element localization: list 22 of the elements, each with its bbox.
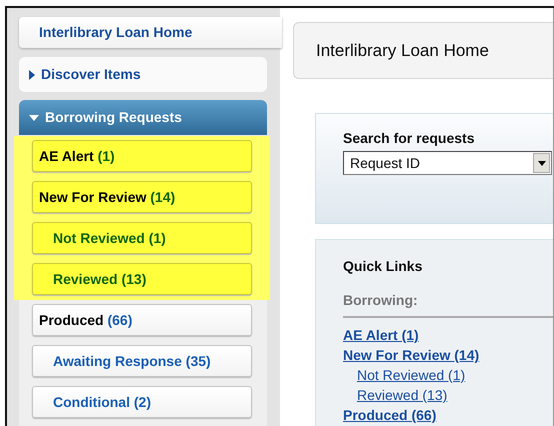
nav-item[interactable]: AE Alert (1) [32, 140, 252, 172]
section-header[interactable]: Discover Items [19, 57, 267, 92]
home-link[interactable]: Interlibrary Loan Home [19, 17, 282, 48]
quick-link[interactable]: AE Alert (1) [343, 325, 419, 345]
nav-item[interactable]: Produced (66) [32, 304, 252, 336]
quick-link[interactable]: Produced (66) [343, 405, 436, 425]
section-header[interactable]: Borrowing Requests [19, 100, 267, 135]
search-heading: Search for requests [343, 130, 476, 146]
request-type-dropdown[interactable]: Request ID [343, 151, 552, 175]
nav-item[interactable]: Awaiting Response (35) [32, 345, 252, 377]
nav-item[interactable]: Not Reviewed (1) [32, 222, 252, 254]
quick-links-heading: Quick Links [343, 258, 424, 274]
quick-link[interactable]: New For Review (14) [343, 345, 480, 365]
caret-down-icon [29, 114, 39, 120]
caret-right-icon [29, 70, 35, 80]
nav-item[interactable]: New For Review (14) [32, 181, 252, 213]
nav-item[interactable]: Reviewed (13) [32, 263, 252, 295]
page-title: Interlibrary Loan Home [316, 40, 489, 60]
quick-link[interactable]: Reviewed (13) [357, 385, 448, 405]
group-label: Borrowing: [343, 292, 419, 308]
nav-item[interactable]: Conditional (2) [32, 386, 252, 418]
quick-link[interactable]: Not Reviewed (1) [357, 365, 466, 385]
